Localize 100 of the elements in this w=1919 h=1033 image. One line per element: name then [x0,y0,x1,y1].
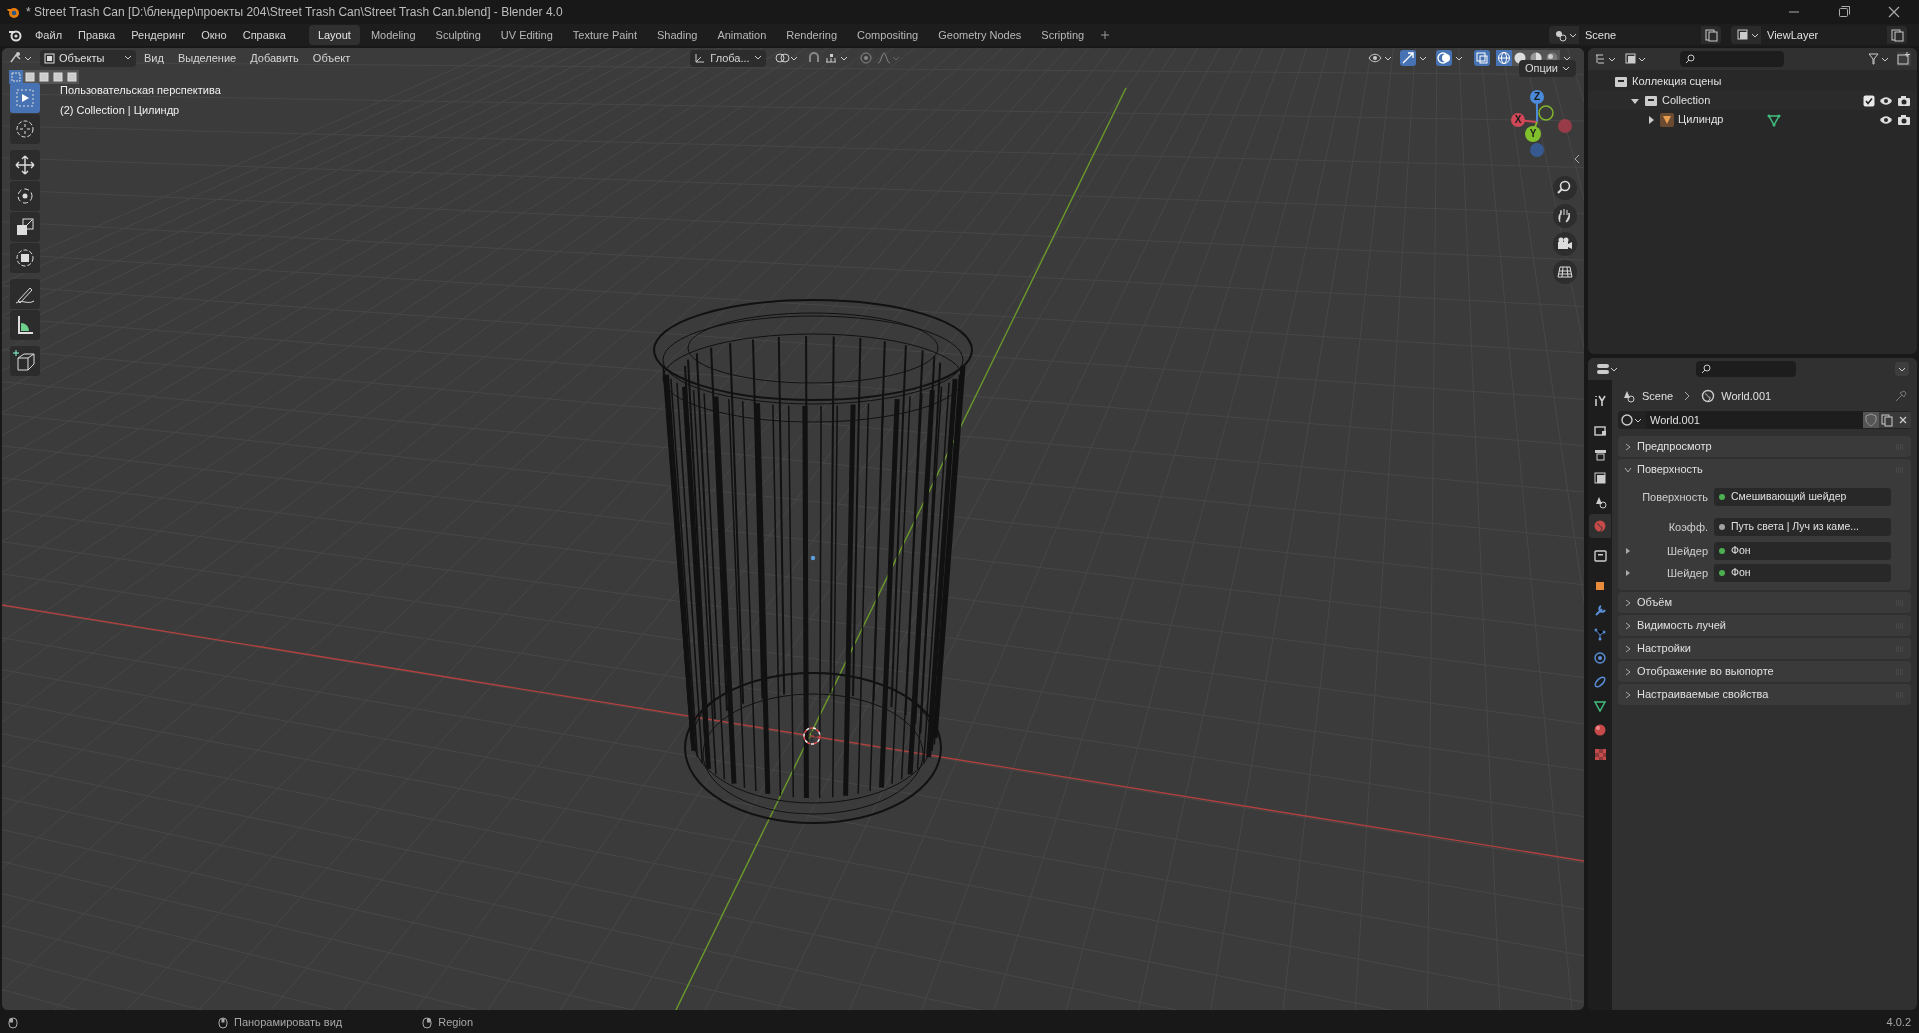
selection-mode-icon[interactable] [37,70,51,84]
workspace-tab[interactable]: Sculpting [426,25,490,45]
world-selector[interactable]: World.001 [1618,411,1911,429]
new-view-layer-icon[interactable] [1889,28,1905,42]
outliner-item[interactable]: Цилиндр [1678,111,1724,128]
shader-field[interactable]: Фон [1714,542,1891,560]
xray-icon[interactable] [1474,50,1490,66]
annotate-tool[interactable] [10,279,40,309]
falloff-curve-icon[interactable] [875,50,900,66]
workspace-tab[interactable]: Animation [708,25,776,45]
material-sphere-icon [1593,723,1607,737]
view-layer-name: ViewLayer [1761,26,1887,44]
shader-field[interactable]: Фон [1714,564,1891,582]
menu-item[interactable]: Рендеринг [124,25,193,45]
globe-icon [1701,389,1716,403]
blender-logo-icon[interactable] [8,28,22,42]
field-value: Смешивающий шейдер [1731,489,1847,505]
workspace-tab[interactable]: Scripting [1032,25,1094,45]
move-tool[interactable] [10,150,40,180]
menu-item[interactable]: Окно [194,25,234,45]
shader-field[interactable]: Смешивающий шейдер [1714,488,1891,506]
cursor-tool[interactable] [10,114,40,144]
workspace-tab[interactable]: Modeling [361,25,425,45]
orientation-label: Глоба... [710,50,750,66]
new-scene-icon[interactable] [1703,28,1719,42]
cone-sphere-icon [1593,495,1607,509]
panel-header[interactable]: Настраиваемые свойства [1618,684,1911,705]
selection-mode-icon[interactable] [65,70,79,84]
workspace-tab[interactable]: UV Editing [491,25,562,45]
outliner-item[interactable]: Коллекция сцены [1632,73,1722,90]
camera-icon[interactable] [1897,94,1911,107]
menu-item[interactable]: Объект [306,49,357,67]
caret-icon [124,55,132,61]
object-triangle-icon [1660,112,1674,127]
editor-type-icon[interactable] [1596,362,1620,376]
new-collection-icon[interactable] [1897,52,1911,66]
menu-item[interactable]: Правка [71,25,123,45]
selection-mode-icon[interactable] [23,70,37,84]
view-layer-icon[interactable] [1735,28,1761,42]
close-icon[interactable] [1887,5,1901,19]
rotate-tool[interactable] [10,181,40,211]
menu-item[interactable]: Добавить [244,49,305,67]
gizmo-arrow-icon[interactable] [1400,50,1416,66]
field-label: Шейдер [1667,565,1708,581]
expand-triangle-right-icon[interactable] [1624,569,1632,577]
collection-box-icon [1614,74,1628,89]
outliner-item[interactable]: Collection [1662,92,1711,109]
workspace-tab[interactable]: Shading [648,25,707,45]
panel-header[interactable]: Объём [1618,592,1911,613]
transform-tool[interactable] [10,243,40,273]
workspace-tab[interactable]: Compositing [848,25,928,45]
axis-label: X [1514,114,1522,126]
options-dropdown[interactable]: Опции [1518,60,1576,77]
expand-triangle-right-icon[interactable] [1646,114,1656,125]
filter-icon[interactable] [1867,52,1891,66]
workspace-tab[interactable]: Texture Paint [563,25,646,45]
panel-header[interactable]: Видимость лучей [1618,615,1911,636]
scene-selector[interactable]: Scene [1549,26,1721,44]
navigation-gizmo[interactable] [1511,90,1572,157]
selection-mode-icon[interactable] [51,70,65,84]
world-name: World.001 [1646,411,1863,429]
workspace-tab[interactable]: Geometry Nodes [929,25,1031,45]
outliner-type-icon[interactable] [1594,52,1618,66]
plus-icon[interactable] [1099,29,1112,41]
view-layer-selector[interactable]: ViewLayer [1731,26,1907,44]
panel-header[interactable]: Поверхность [1618,459,1911,480]
options-caret-icon[interactable] [1895,362,1909,376]
shader-field[interactable]: Путь света | Луч из каме... [1714,518,1891,536]
scene-icon[interactable] [1553,28,1579,42]
search-field[interactable] [1680,51,1784,67]
breadcrumb-item[interactable]: Scene [1642,387,1674,405]
exclude-checkbox[interactable] [1863,94,1875,107]
viewport-info-text: Пользовательская перспектива [60,83,221,98]
eye-icon[interactable] [1879,113,1893,126]
scale-tool[interactable] [10,212,40,242]
wireframe-sphere-icon[interactable] [1496,50,1512,66]
display-mode-icon[interactable] [1624,52,1648,66]
panel-header[interactable]: Предпросмотр [1618,436,1911,457]
menu-item[interactable]: Справка [235,25,293,45]
search-field[interactable] [1696,361,1796,377]
panel-header[interactable]: Настройки [1618,638,1911,659]
breadcrumb-item[interactable]: World.001 [1721,387,1772,405]
expand-triangle-right-icon[interactable] [1624,547,1632,555]
panel-header[interactable]: Отображение во вьюпорте [1618,661,1911,682]
duplicate-icon[interactable] [1879,412,1895,428]
workspace-tab[interactable]: Layout [308,25,360,45]
overlay-icon[interactable] [1436,50,1452,66]
add-cube-tool[interactable] [10,346,40,376]
eye-icon[interactable] [1879,94,1893,107]
menu-item[interactable]: Файл [28,25,70,45]
pin-icon[interactable] [1895,390,1907,402]
workspace-tab[interactable]: Rendering [777,25,847,45]
measure-tool[interactable] [10,310,40,340]
menu-item[interactable]: Выделение [171,49,243,67]
maximize-icon[interactable] [1837,5,1851,19]
camera-icon[interactable] [1897,113,1911,126]
menu-item[interactable]: Вид [138,49,170,67]
box-select-tool[interactable] [10,83,40,113]
close-icon[interactable] [1895,412,1911,428]
pivot-icon[interactable] [773,50,800,66]
